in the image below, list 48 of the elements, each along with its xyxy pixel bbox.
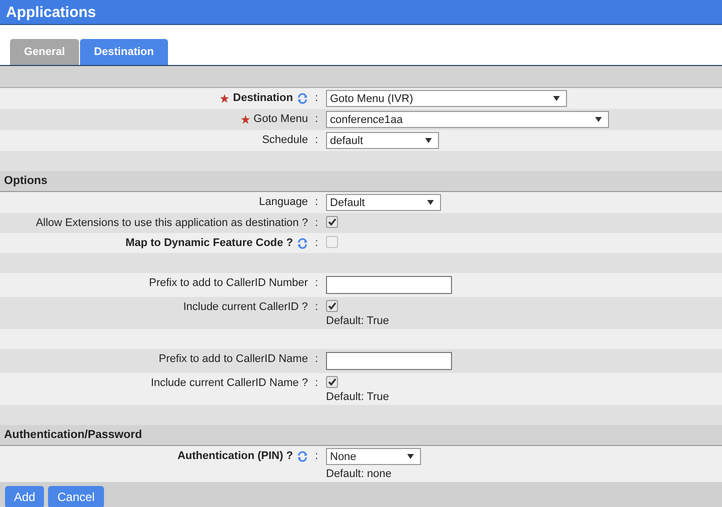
dropdown[interactable]: default — [326, 132, 439, 149]
label-separator: : — [314, 92, 318, 104]
checkbox[interactable] — [326, 376, 338, 388]
default-note: Default: True — [326, 391, 389, 403]
label-separator: : — [314, 301, 318, 313]
field-label: Allow Extensions to use this application as destination ? — [36, 217, 308, 229]
text-field[interactable] — [326, 276, 452, 294]
refresh-icon[interactable] — [296, 450, 308, 462]
field-label: Prefix to add to CallerID Number — [148, 277, 308, 289]
default-note: Default: none — [326, 468, 392, 480]
field-label: Include current CallerID ? — [183, 301, 308, 313]
refresh-icon[interactable] — [296, 92, 308, 104]
caret-icon — [553, 96, 560, 101]
tab[interactable]: Destination — [80, 39, 168, 65]
dropdown[interactable]: None — [326, 448, 421, 465]
section-title: Options — [4, 175, 48, 187]
caret-icon — [425, 138, 432, 143]
field-label: Include current CallerID Name ? — [150, 377, 308, 389]
label-separator: : — [314, 237, 318, 249]
field-label: Destination — [233, 92, 293, 104]
label-separator: : — [314, 217, 318, 229]
field-label: Map to Dynamic Feature Code ? — [125, 237, 293, 249]
label-separator: : — [314, 377, 318, 389]
form-button[interactable]: Add — [5, 486, 44, 507]
form-button[interactable]: Cancel — [48, 486, 104, 507]
field-label: Goto Menu — [254, 113, 308, 125]
window-title: Applications — [6, 4, 96, 20]
label-separator: : — [314, 196, 318, 208]
checkbox[interactable] — [326, 300, 338, 312]
label-separator: : — [314, 450, 318, 462]
field-label: Schedule — [262, 134, 308, 146]
checkbox[interactable] — [326, 216, 338, 228]
caret-icon — [427, 200, 434, 205]
label-separator: : — [314, 353, 318, 365]
caret-icon — [407, 454, 414, 459]
section-title: Authentication/Password — [4, 429, 142, 441]
caret-icon — [595, 117, 602, 122]
default-note: Default: True — [326, 315, 389, 327]
label-separator: : — [314, 134, 318, 146]
text-field[interactable] — [326, 352, 452, 370]
field-label: Authentication (PIN) ? — [177, 450, 293, 462]
field-label: Prefix to add to CallerID Name — [158, 353, 308, 365]
dropdown[interactable]: Default — [326, 194, 441, 211]
label-separator: : — [314, 113, 318, 125]
dropdown[interactable]: conference1aa — [326, 111, 609, 128]
field-label: Language — [258, 196, 308, 208]
dropdown[interactable]: Goto Menu (IVR) — [326, 90, 567, 107]
label-separator: : — [314, 277, 318, 289]
